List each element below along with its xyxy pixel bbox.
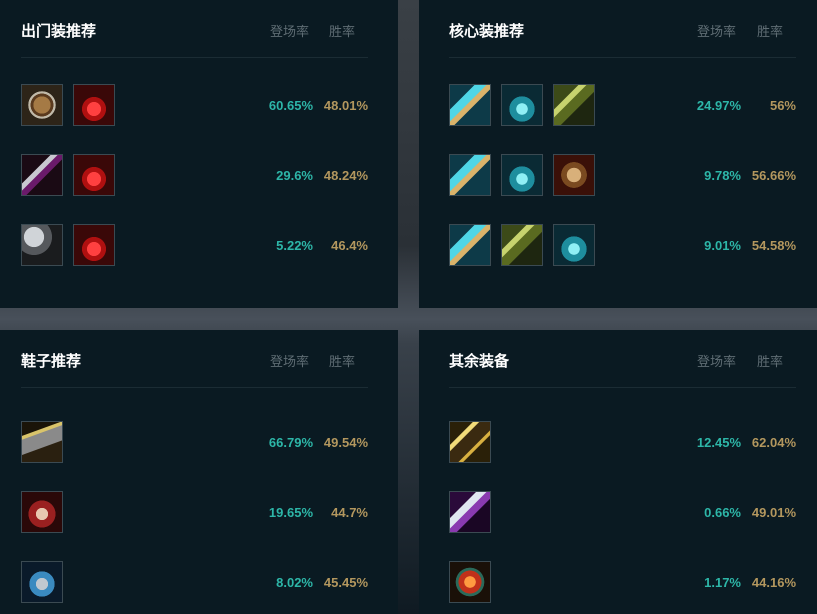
win-rate: 45.45% [323,575,368,590]
dagger-sword-icon[interactable] [21,154,63,196]
win-rate: 62.04% [751,435,796,450]
lightning-boots-icon[interactable] [21,421,63,463]
build-row[interactable]: 5.22% 46.4% [21,224,368,268]
panel-title: 其余装备 [449,353,510,370]
win-rate: 48.24% [323,168,368,183]
steel-boots-icon[interactable] [21,561,63,603]
starter-items-panel: 出门装推荐 登场率 胜率 60.65% 48.01% 29.6% 48.24% … [0,0,398,308]
win-rate-header: 胜率 [329,24,356,39]
pick-rate-header: 登场率 [270,24,310,39]
pick-rate: 0.66% [704,505,741,520]
build-row[interactable]: 29.6% 48.24% [21,154,368,198]
win-rate: 49.01% [751,505,796,520]
win-rate-header: 胜率 [329,354,356,369]
cyan-bow-icon[interactable] [449,154,491,196]
build-row[interactable]: 0.66% 49.01% [449,491,796,535]
crossbow-icon[interactable] [553,84,595,126]
divider [449,57,796,58]
scythe-icon[interactable] [21,224,63,266]
health-potion-icon[interactable] [73,224,115,266]
win-rate: 44.7% [331,505,368,520]
panel-title: 出门装推荐 [21,23,97,40]
pick-rate-header: 登场率 [697,24,737,39]
build-row[interactable]: 8.02% 45.45% [21,561,368,605]
golden-dagger-icon[interactable] [449,421,491,463]
health-potion-icon[interactable] [73,154,115,196]
win-rate: 46.4% [331,238,368,253]
pick-rate: 29.6% [276,168,313,183]
pick-rate: 5.22% [276,238,313,253]
pick-rate-header: 登场率 [697,354,737,369]
core-items-panel: 核心装推荐 登场率 胜率 24.97% 56% 9.78% 56.66% 9.0… [419,0,817,308]
other-items-panel: 其余装备 登场率 胜率 12.45% 62.04% 0.66% 49.01% 1… [419,330,817,614]
ice-bow-icon[interactable] [553,224,595,266]
pick-rate-header: 登场率 [270,354,310,369]
divider [21,57,368,58]
panel-title: 鞋子推荐 [21,353,82,370]
build-row[interactable]: 24.97% 56% [449,84,796,128]
crimson-orb-icon[interactable] [449,561,491,603]
win-rate: 56.66% [751,168,796,183]
panel-title: 核心装推荐 [449,23,525,40]
win-rate-header: 胜率 [757,354,784,369]
pick-rate: 8.02% [276,575,313,590]
build-row[interactable]: 66.79% 49.54% [21,421,368,465]
divider [449,387,796,388]
cyan-bow-icon[interactable] [449,84,491,126]
red-boots-icon[interactable] [21,491,63,533]
win-rate: 54.58% [751,238,796,253]
pick-rate: 9.78% [704,168,741,183]
win-rate: 48.01% [323,98,368,113]
win-rate: 44.16% [751,575,796,590]
win-rate: 49.54% [323,435,368,450]
gauntlet-icon[interactable] [553,154,595,196]
build-row[interactable]: 12.45% 62.04% [449,421,796,465]
win-rate: 56% [769,98,796,113]
divider [21,387,368,388]
win-rate-header: 胜率 [757,24,784,39]
pick-rate: 66.79% [268,435,313,450]
build-row[interactable]: 9.01% 54.58% [449,224,796,268]
cyan-bow-icon[interactable] [449,224,491,266]
pick-rate: 19.65% [268,505,313,520]
pick-rate: 24.97% [696,98,741,113]
shield-icon[interactable] [21,84,63,126]
health-potion-icon[interactable] [73,84,115,126]
ice-bow-icon[interactable] [501,154,543,196]
boots-panel: 鞋子推荐 登场率 胜率 66.79% 49.54% 19.65% 44.7% 8… [0,330,398,614]
pick-rate: 9.01% [704,238,741,253]
pick-rate: 12.45% [696,435,741,450]
build-row[interactable]: 1.17% 44.16% [449,561,796,605]
ice-bow-icon[interactable] [501,84,543,126]
pick-rate: 1.17% [704,575,741,590]
spear-icon[interactable] [449,491,491,533]
build-row[interactable]: 9.78% 56.66% [449,154,796,198]
build-row[interactable]: 19.65% 44.7% [21,491,368,535]
pick-rate: 60.65% [268,98,313,113]
crossbow-icon[interactable] [501,224,543,266]
build-row[interactable]: 60.65% 48.01% [21,84,368,128]
